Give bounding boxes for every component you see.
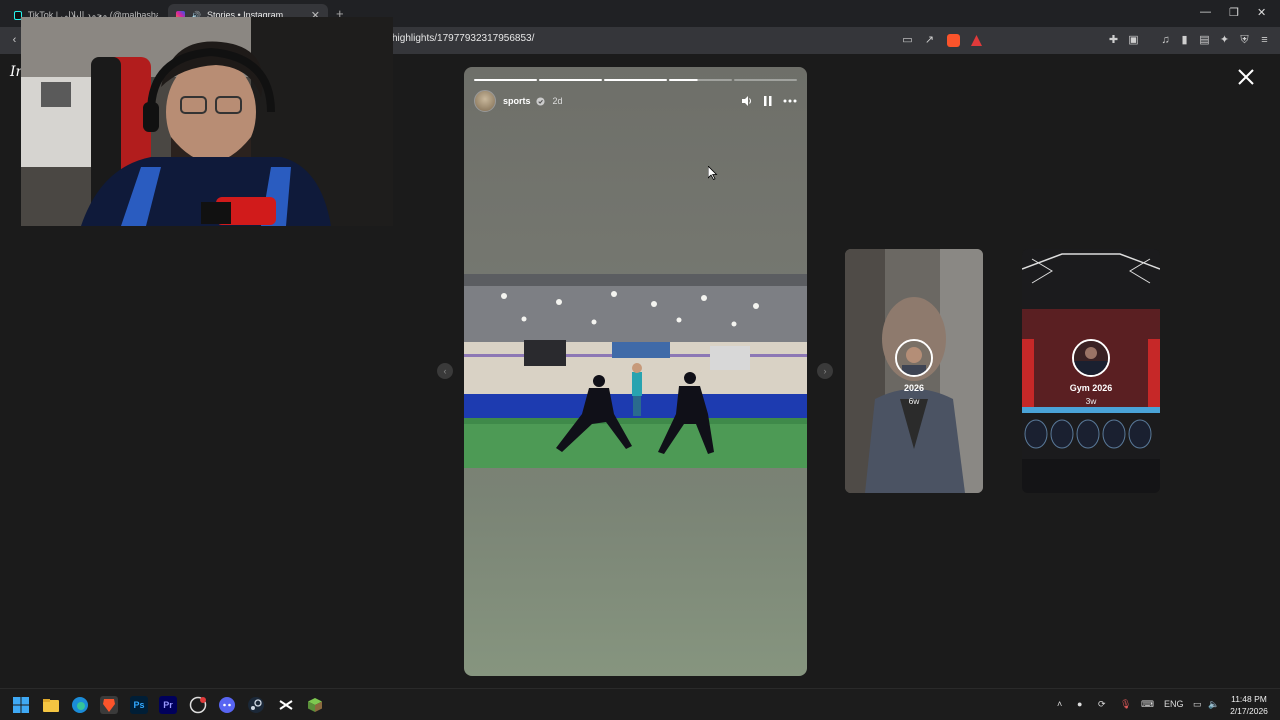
microphone-icon[interactable]: 🎙 xyxy=(1120,699,1131,710)
clock-date[interactable]: 2/17/2026 xyxy=(1226,706,1272,716)
preview-title: Gym 2026 xyxy=(1069,383,1113,393)
edge-icon[interactable] xyxy=(71,696,89,714)
address-bar-url[interactable]: highlights/17977932317956853/ xyxy=(392,33,534,44)
sidebar-icon[interactable]: ▮ xyxy=(1178,34,1191,47)
preview-age: 3w xyxy=(1085,396,1097,406)
webcam-overlay xyxy=(21,17,393,226)
discord-icon[interactable] xyxy=(218,696,236,714)
extensions-icon[interactable]: ✚ xyxy=(1107,34,1120,47)
tray-app-icon[interactable]: ● xyxy=(1077,699,1082,709)
preview-age: 6w xyxy=(908,396,920,406)
story-progress-bar xyxy=(474,79,797,81)
wallet-icon[interactable]: ▤ xyxy=(1198,34,1211,47)
language-indicator[interactable]: ENG xyxy=(1164,699,1184,709)
network-icon[interactable]: ▭ xyxy=(1193,699,1202,710)
leo-ai-icon[interactable]: ✦ xyxy=(1218,34,1231,47)
start-icon[interactable] xyxy=(12,696,30,714)
pause-icon[interactable] xyxy=(763,95,773,107)
minecraft-icon[interactable] xyxy=(306,696,324,714)
mouse-cursor-icon xyxy=(708,166,718,180)
show-hidden-icons-icon[interactable]: ˄ xyxy=(1057,699,1062,709)
music-icon[interactable]: ♫ xyxy=(1159,34,1172,47)
verified-badge-icon xyxy=(535,96,545,106)
menu-icon[interactable]: ≡ xyxy=(1258,34,1271,47)
photoshop-icon[interactable]: Ps xyxy=(130,696,148,714)
preview-title: 2026 xyxy=(903,383,925,393)
story-header: sports 2d xyxy=(474,90,797,112)
sync-icon[interactable]: ⟳ xyxy=(1098,699,1106,710)
avatar[interactable] xyxy=(474,90,496,112)
volume-icon[interactable] xyxy=(741,95,753,107)
next-story-icon[interactable]: › xyxy=(817,363,833,379)
vpn-shield-icon[interactable]: ⛨ xyxy=(1238,34,1251,47)
speaker-icon[interactable]: 🔈 xyxy=(1208,699,1219,710)
avatar xyxy=(895,339,933,377)
progress-segment xyxy=(474,79,537,81)
avatar xyxy=(1072,339,1110,377)
file-explorer-icon[interactable] xyxy=(42,696,60,714)
restore-icon[interactable]: ❐ xyxy=(1229,6,1239,19)
capcut-icon[interactable] xyxy=(277,696,295,714)
cast-icon[interactable]: ▭ xyxy=(901,34,914,47)
story-preview-2026[interactable]: 2026 6w xyxy=(845,249,983,493)
share-icon[interactable]: ↗ xyxy=(923,34,936,47)
steam-icon[interactable] xyxy=(247,696,265,714)
keyboard-icon[interactable]: ⌨ xyxy=(1141,699,1154,710)
story-preview-gym-2026[interactable]: Gym 2026 3w xyxy=(1022,249,1160,493)
screenshot-icon[interactable]: ▣ xyxy=(1127,34,1140,47)
back-icon[interactable]: ‹ xyxy=(8,34,21,47)
story-viewer[interactable]: sports 2d xyxy=(464,67,807,676)
previous-story-icon[interactable]: ‹ xyxy=(437,363,453,379)
close-viewer-icon[interactable] xyxy=(1236,67,1256,87)
story-timestamp: 2d xyxy=(552,96,563,106)
premiere-icon[interactable]: Pr xyxy=(159,696,177,714)
brave-icon[interactable] xyxy=(100,696,118,714)
brave-shields-icon[interactable] xyxy=(947,34,960,47)
minimize-icon[interactable]: — xyxy=(1200,6,1211,18)
progress-segment xyxy=(734,79,797,81)
story-video-frame xyxy=(464,274,807,468)
story-username[interactable]: sports xyxy=(503,96,531,106)
windows-taskbar: Ps Pr ˄ ● ⟳ 🎙 ⌨ ENG ▭ 🔈 11:48 PM 2/17/20… xyxy=(0,688,1280,720)
progress-segment xyxy=(539,79,602,81)
brave-rewards-icon[interactable] xyxy=(970,34,983,47)
clock-time[interactable]: 11:48 PM xyxy=(1226,694,1272,704)
window-close-icon[interactable]: ✕ xyxy=(1257,6,1266,19)
progress-segment xyxy=(604,79,667,81)
obs-icon[interactable] xyxy=(189,696,207,714)
progress-segment-current xyxy=(669,79,732,81)
more-options-icon[interactable] xyxy=(783,95,797,107)
